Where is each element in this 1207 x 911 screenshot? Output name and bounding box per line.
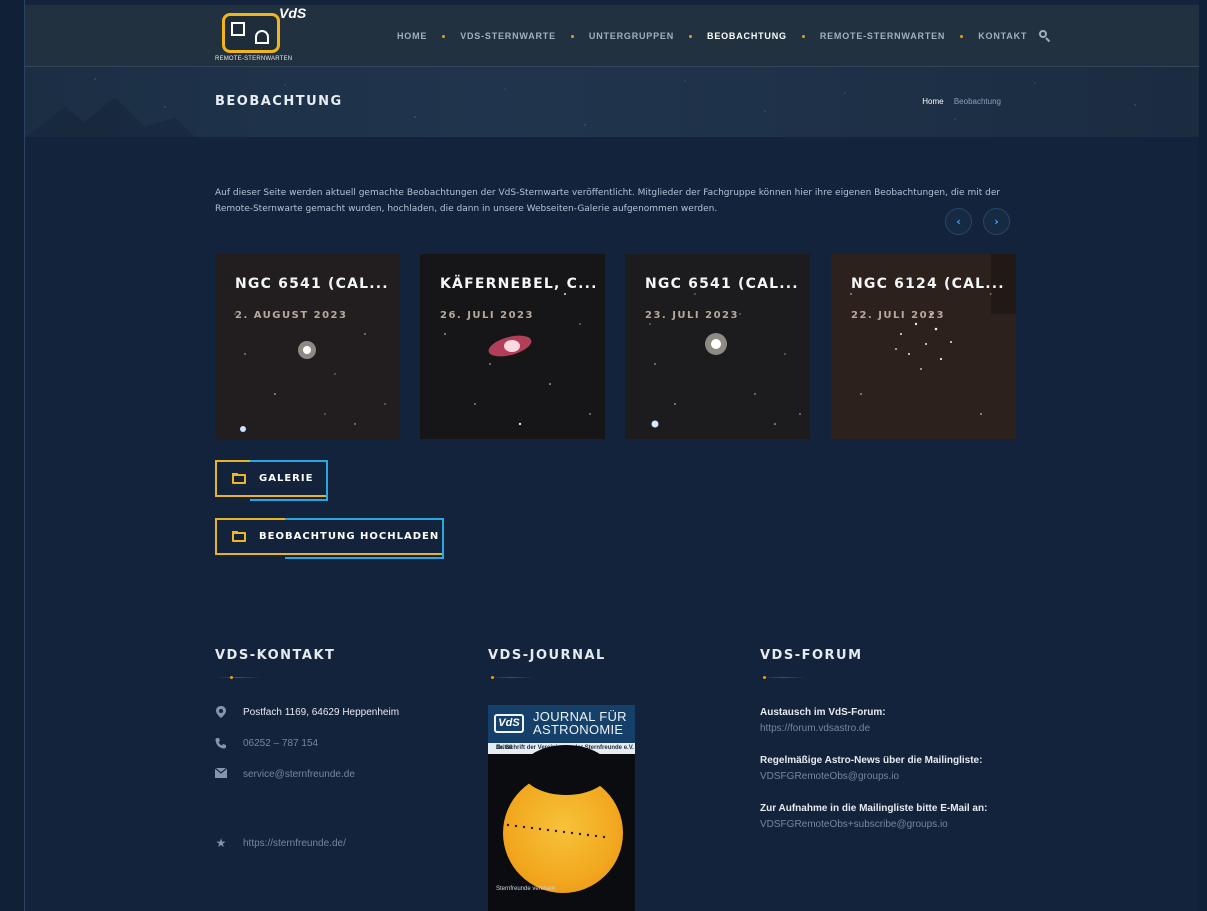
site-logo[interactable]: VdS REMOTE-STERNWARTEN	[215, 5, 307, 65]
nav-separator	[570, 34, 574, 38]
nav-vds-sternwarte[interactable]: VDS-STERNWARTE	[460, 31, 556, 41]
map-marker-icon	[215, 706, 227, 718]
main-nav: HOME VDS-STERNWARTE UNTERGRUPPEN BEOBACH…	[397, 27, 1051, 45]
observatory-icon	[255, 30, 269, 44]
forum-item-label: Zur Aufnahme in die Mailingliste bitte E…	[760, 803, 988, 814]
forum-item: Regelmäßige Astro-News über die Mailingl…	[760, 755, 982, 782]
breadcrumb: Home Beobachtung	[922, 97, 1001, 106]
logo-text: REMOTE-STERNWARTEN	[215, 56, 293, 62]
folder-open-icon	[232, 473, 247, 484]
forum-item: Austausch im VdS-Forum: https://forum.vd…	[760, 707, 886, 734]
nav-kontakt[interactable]: KONTAKT	[978, 31, 1027, 41]
card-title: NGC 6541 (CAL...	[235, 276, 389, 292]
star-icon: ★	[215, 836, 227, 850]
forum-item-link[interactable]: VDSFGRemoteObs+subscribe@groups.io	[760, 819, 987, 830]
upload-observation-button[interactable]: BEOBACHTUNG HOCHLADEN	[215, 518, 444, 559]
title-band: BEOBACHTUNG Home Beobachtung	[25, 67, 1199, 137]
observation-card[interactable]: NGC 6124 (CAL... 22. JULI 2023	[831, 254, 1016, 439]
nav-separator	[960, 34, 964, 38]
heading-divider-dot	[230, 676, 233, 679]
contact-email[interactable]: service@sternfreunde.de	[214, 767, 355, 780]
house-icon	[231, 22, 245, 36]
gallery-button[interactable]: GALERIE	[215, 460, 328, 501]
nav-home[interactable]: HOME	[397, 31, 427, 41]
journal-cover[interactable]: VdS JOURNAL FÜR ASTRONOMIE Nr. 80 Zeitsc…	[488, 705, 635, 911]
nav-separator	[689, 34, 693, 38]
card-title: KÄFERNEBEL, C...	[440, 276, 598, 292]
nav-separator	[442, 34, 446, 38]
breadcrumb-home[interactable]: Home	[922, 97, 943, 106]
card-date: 23. JULI 2023	[645, 310, 739, 321]
page-title: BEOBACHTUNG	[215, 94, 343, 109]
logo-emblem	[222, 13, 280, 53]
card-date: 22. JULI 2023	[851, 310, 945, 321]
heading-divider	[488, 677, 534, 678]
card-title: NGC 6541 (CAL...	[645, 276, 799, 292]
nav-untergruppen[interactable]: UNTERGRUPPEN	[589, 31, 674, 41]
upload-button-label: BEOBACHTUNG HOCHLADEN	[259, 531, 440, 542]
forum-item-link[interactable]: VDSFGRemoteObs@groups.io	[760, 771, 982, 782]
forum-heading: VDS-FORUM	[760, 648, 863, 663]
contact-heading: VDS-KONTAKT	[215, 648, 336, 663]
nav-separator	[801, 34, 805, 38]
contact-address: Postfach 1169, 64629 Heppenheim	[215, 706, 399, 718]
logo-brand: VdS	[279, 5, 307, 21]
carousel-next-button[interactable]: ›	[983, 208, 1010, 235]
gallery-button-label: GALERIE	[259, 473, 314, 484]
heading-divider	[215, 677, 261, 678]
observation-card[interactable]: KÄFERNEBEL, C... 26. JULI 2023	[420, 254, 605, 439]
observation-card[interactable]: NGC 6541 (CAL... 23. JULI 2023	[625, 254, 810, 439]
journal-heading: VDS-JOURNAL	[488, 648, 606, 663]
nav-beobachtung[interactable]: BEOBACHTUNG	[707, 31, 787, 41]
search-icon[interactable]	[1039, 30, 1051, 43]
site-header: VdS REMOTE-STERNWARTEN HOME VDS-STERNWAR…	[25, 5, 1199, 67]
carousel-prev-button[interactable]: ‹	[945, 208, 972, 235]
intro-text: Auf dieser Seite werden aktuell gemachte…	[215, 188, 1001, 214]
page: VdS REMOTE-STERNWARTEN HOME VDS-STERNWAR…	[25, 0, 1199, 911]
card-date: 26. JULI 2023	[440, 310, 534, 321]
heading-divider-dot	[491, 676, 494, 679]
journal-cover-footer: Sternfreunde vereisen	[496, 886, 556, 892]
envelope-icon	[214, 767, 228, 780]
folder-open-icon	[232, 531, 247, 542]
forum-item-link[interactable]: https://forum.vdsastro.de	[760, 723, 886, 734]
heading-divider	[760, 677, 806, 678]
heading-divider-dot	[763, 676, 766, 679]
card-title: NGC 6124 (CAL...	[851, 276, 1005, 292]
observation-card[interactable]: NGC 6541 (CAL... 2. AUGUST 2023	[215, 254, 400, 439]
journal-transit-dots	[506, 823, 606, 839]
contact-phone[interactable]: 06252 – 787 154	[215, 737, 318, 749]
forum-item-label: Austausch im VdS-Forum:	[760, 707, 886, 718]
forum-item: Zur Aufnahme in die Mailingliste bitte E…	[760, 803, 987, 830]
starfield-background	[25, 78, 1136, 137]
contact-website[interactable]: ★ https://sternfreunde.de/	[215, 837, 346, 849]
nav-remote-sternwarten[interactable]: REMOTE-STERNWARTEN	[820, 31, 945, 41]
phone-icon	[215, 737, 227, 749]
forum-item-label: Regelmäßige Astro-News über die Mailingl…	[760, 755, 983, 766]
breadcrumb-current: Beobachtung	[953, 97, 1001, 106]
card-date: 2. AUGUST 2023	[235, 310, 348, 321]
